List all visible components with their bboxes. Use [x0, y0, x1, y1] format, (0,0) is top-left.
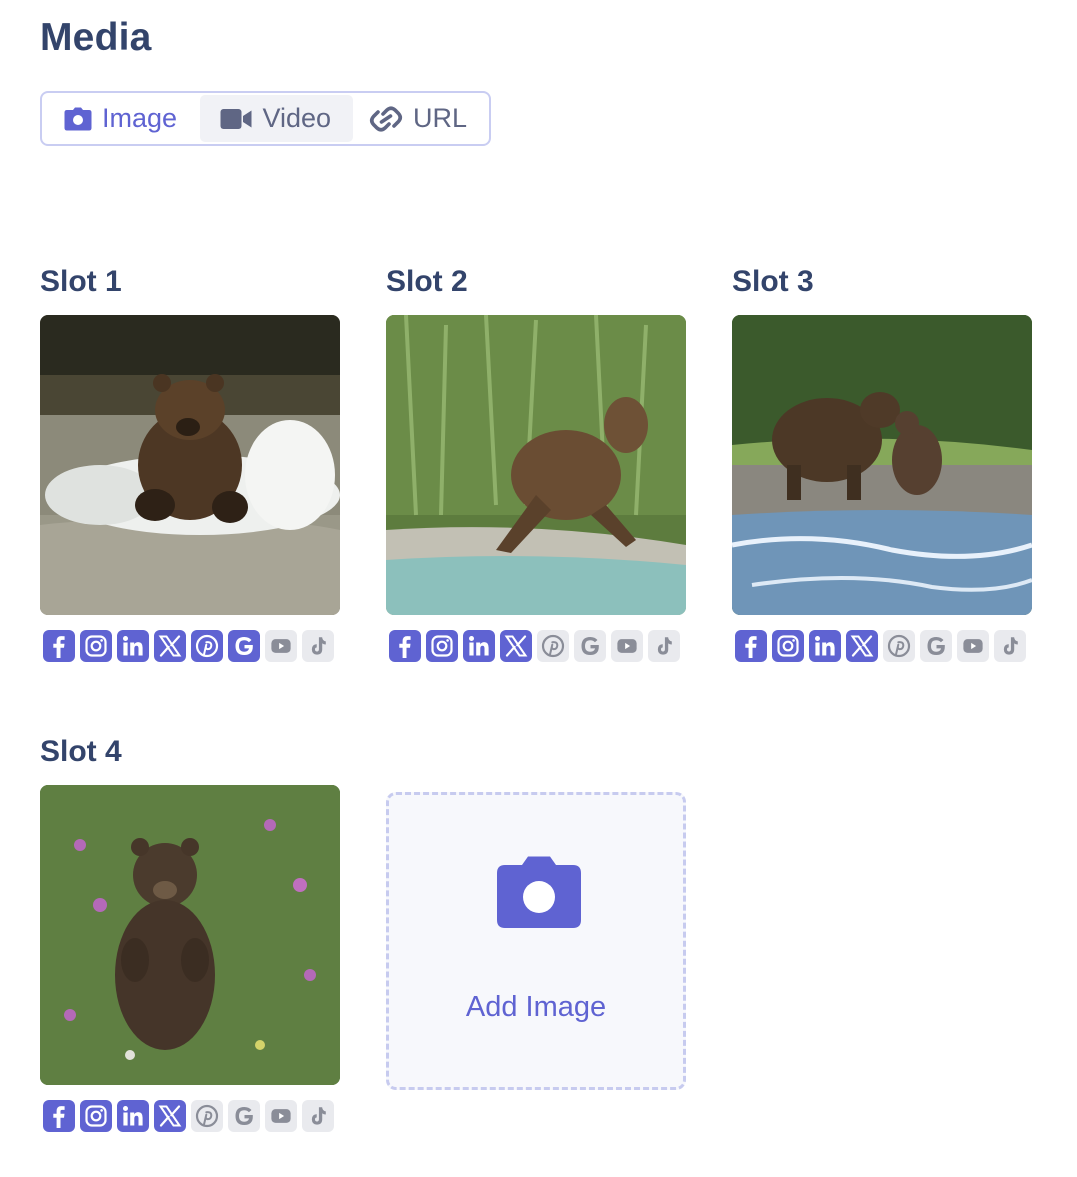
tab-video[interactable]: Video: [200, 95, 353, 142]
pinterest-icon[interactable]: [191, 630, 223, 662]
tiktok-icon[interactable]: [302, 630, 334, 662]
facebook-icon[interactable]: [43, 1100, 75, 1132]
tiktok-icon[interactable]: [994, 630, 1026, 662]
google-icon[interactable]: [574, 630, 606, 662]
youtube-icon[interactable]: [265, 630, 297, 662]
add-image-button[interactable]: Add Image: [386, 792, 686, 1090]
tiktok-icon[interactable]: [648, 630, 680, 662]
tiktok-icon[interactable]: [302, 1100, 334, 1132]
slot-image[interactable]: [732, 315, 1032, 615]
slot-title: Slot 2: [386, 265, 468, 298]
linkedin-icon[interactable]: [117, 630, 149, 662]
facebook-icon[interactable]: [735, 630, 767, 662]
page-title: Media: [40, 16, 152, 59]
google-icon[interactable]: [920, 630, 952, 662]
add-image-label: Add Image: [465, 991, 607, 1023]
tab-image-label: Image: [102, 103, 178, 133]
instagram-icon[interactable]: [80, 630, 112, 662]
pinterest-icon[interactable]: [191, 1100, 223, 1132]
linkedin-icon[interactable]: [809, 630, 841, 662]
instagram-icon[interactable]: [80, 1100, 112, 1132]
social-network-toggles: [43, 630, 334, 662]
slot-image[interactable]: [386, 315, 686, 615]
x-icon[interactable]: [846, 630, 878, 662]
slot-title: Slot 4: [40, 735, 122, 768]
facebook-icon[interactable]: [43, 630, 75, 662]
camera-icon: [64, 107, 92, 130]
slot-1: Slot 1: [40, 262, 340, 662]
x-icon[interactable]: [154, 630, 186, 662]
media-type-tabs: Image Video URL: [40, 91, 491, 146]
youtube-icon[interactable]: [957, 630, 989, 662]
camera-icon: [497, 856, 581, 928]
youtube-icon[interactable]: [611, 630, 643, 662]
slot-title: Slot 3: [732, 265, 814, 298]
slot-4: Slot 4: [40, 732, 340, 1132]
instagram-icon[interactable]: [772, 630, 804, 662]
facebook-icon[interactable]: [389, 630, 421, 662]
linkedin-icon[interactable]: [117, 1100, 149, 1132]
tab-url[interactable]: URL: [353, 95, 487, 142]
linkedin-icon[interactable]: [463, 630, 495, 662]
tab-video-label: Video: [262, 103, 332, 133]
x-icon[interactable]: [500, 630, 532, 662]
google-icon[interactable]: [228, 1100, 260, 1132]
tab-image[interactable]: Image: [44, 95, 201, 142]
slot-2: Slot 2: [386, 262, 686, 662]
slot-image[interactable]: [40, 785, 340, 1085]
video-camera-icon: [220, 108, 252, 129]
slot-title: Slot 1: [40, 265, 122, 298]
slot-3: Slot 3: [732, 262, 1032, 662]
google-icon[interactable]: [228, 630, 260, 662]
tab-url-label: URL: [412, 103, 467, 133]
instagram-icon[interactable]: [426, 630, 458, 662]
pinterest-icon[interactable]: [537, 630, 569, 662]
social-network-toggles: [389, 630, 680, 662]
link-icon: [369, 105, 403, 132]
pinterest-icon[interactable]: [883, 630, 915, 662]
x-icon[interactable]: [154, 1100, 186, 1132]
slot-image[interactable]: [40, 315, 340, 615]
social-network-toggles: [43, 1100, 334, 1132]
youtube-icon[interactable]: [265, 1100, 297, 1132]
social-network-toggles: [735, 630, 1026, 662]
